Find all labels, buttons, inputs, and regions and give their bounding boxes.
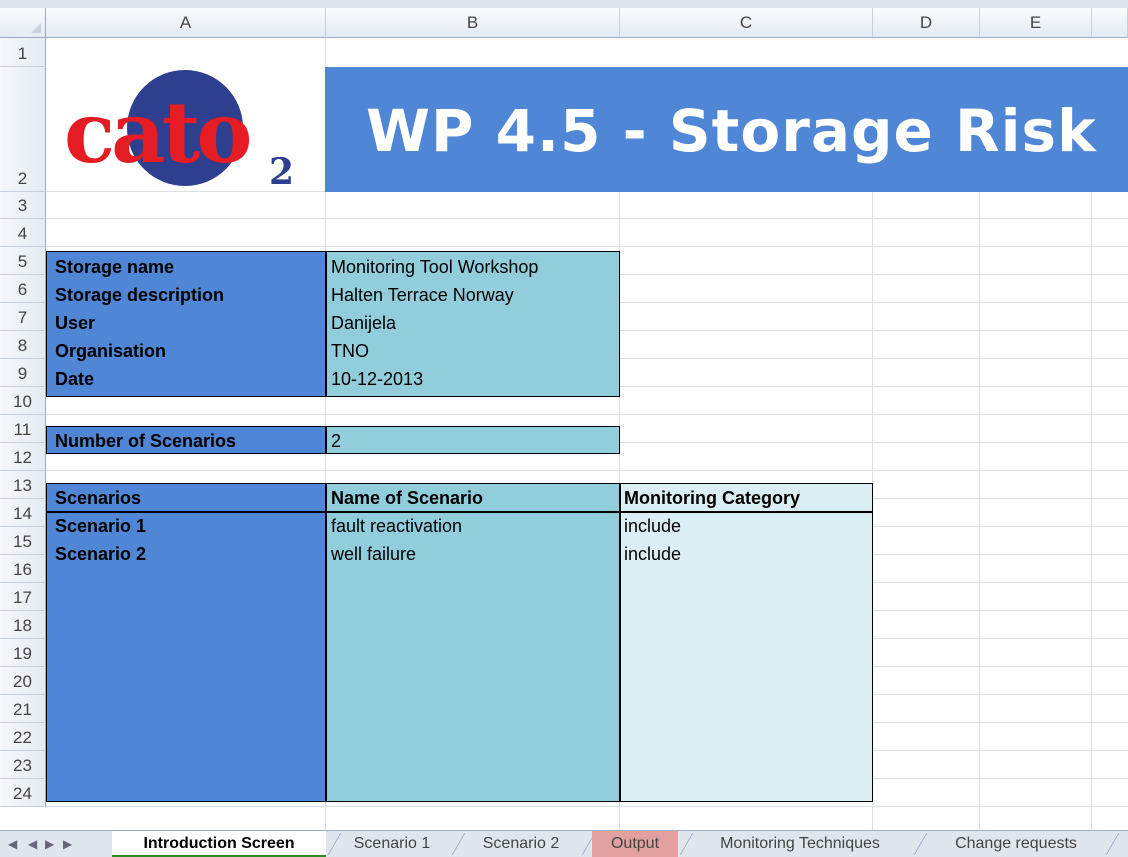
scenario-header-underline	[46, 511, 873, 513]
column-header-b[interactable]: B	[326, 8, 620, 38]
first-sheet-icon[interactable]: ◀	[8, 835, 20, 853]
prev-sheet-icon[interactable]: ◀	[28, 835, 37, 853]
row-header-2[interactable]: 2	[0, 67, 46, 192]
gridline	[46, 414, 1128, 415]
scenario-count-divider	[325, 427, 327, 453]
scenario-header-scenarios: Scenarios	[55, 488, 142, 508]
gridline	[46, 246, 1128, 247]
logo-text: cato	[64, 83, 249, 182]
select-all-corner[interactable]	[0, 8, 46, 38]
banner-title: WP 4.5 - Storage Risk	[366, 97, 1097, 165]
scenario-row-name[interactable]: fault reactivation	[331, 515, 462, 537]
tab-scenario-2[interactable]: Scenario 2	[466, 831, 576, 857]
gridline	[46, 218, 1128, 219]
row-header-20[interactable]: 20	[0, 667, 46, 695]
row-header-15[interactable]: 15	[0, 527, 46, 555]
row-header-11[interactable]: 11	[0, 415, 46, 443]
row-header-23[interactable]: 23	[0, 751, 46, 779]
scenario-count-value[interactable]: 2	[331, 430, 341, 452]
select-all-triangle-icon	[31, 23, 41, 33]
column-header-e[interactable]: E	[980, 8, 1092, 38]
info-label-date: Date	[55, 369, 95, 389]
tab-monitoring-techniques[interactable]: Monitoring Techniques	[692, 831, 908, 857]
scenario-header-category: Monitoring Category	[624, 488, 800, 508]
scenario-count-label: Number of Scenarios	[55, 431, 237, 451]
toolbar-edge	[0, 0, 1128, 8]
column-header-f[interactable]	[1092, 8, 1128, 38]
sheet-tab-bar: ◀ ◀ ▶ ▶ Introduction Screen Scenario 1 S…	[0, 830, 1128, 857]
info-value-storage-description[interactable]: Halten Terrace Norway	[331, 284, 514, 306]
row-header-9[interactable]: 9	[0, 359, 46, 387]
tab-output[interactable]: Output	[592, 831, 678, 857]
scenario-row-name[interactable]: well failure	[331, 543, 416, 565]
scenario-row-id: Scenario 2	[55, 544, 147, 564]
row-header-13[interactable]: 13	[0, 471, 46, 499]
row-header-14[interactable]: 14	[0, 499, 46, 527]
info-value-user[interactable]: Danijela	[331, 312, 396, 334]
tab-separator	[913, 833, 928, 855]
row-header-18[interactable]: 18	[0, 611, 46, 639]
spreadsheet-grid[interactable]: A B C D E 1 2 3 4 5 6 7 8 9 10 11 12 13 …	[0, 0, 1128, 830]
last-sheet-icon[interactable]: ▶	[63, 835, 75, 853]
row-header-4[interactable]: 4	[0, 219, 46, 247]
row-header-7[interactable]: 7	[0, 303, 46, 331]
tab-change-requests[interactable]: Change requests	[930, 831, 1102, 857]
tab-separator	[1105, 833, 1120, 855]
row-header-24[interactable]: 24	[0, 779, 46, 807]
tab-scenario-1[interactable]: Scenario 1	[340, 831, 444, 857]
column-header-c[interactable]: C	[620, 8, 873, 38]
scenario-header-name: Name of Scenario	[331, 488, 484, 508]
info-value-storage-name[interactable]: Monitoring Tool Workshop	[331, 256, 538, 278]
tab-separator	[451, 833, 466, 855]
row-header-6[interactable]: 6	[0, 275, 46, 303]
info-label-organisation: Organisation	[55, 341, 167, 361]
row-header-19[interactable]: 19	[0, 639, 46, 667]
gridline	[46, 470, 1128, 471]
row-header-17[interactable]: 17	[0, 583, 46, 611]
row-header-12[interactable]: 12	[0, 443, 46, 471]
tab-introduction-screen[interactable]: Introduction Screen	[112, 831, 326, 857]
column-header-d[interactable]: D	[873, 8, 980, 38]
column-header-a[interactable]: A	[46, 8, 326, 38]
info-divider	[325, 252, 327, 396]
info-label-user: User	[55, 313, 96, 333]
cato2-logo: cato 2	[64, 70, 294, 192]
scenario-row-id: Scenario 1	[55, 516, 147, 536]
info-value-date[interactable]: 10-12-2013	[331, 368, 423, 390]
row-header-8[interactable]: 8	[0, 331, 46, 359]
scenario-row-category[interactable]: include	[624, 515, 681, 537]
row-1-blank	[326, 39, 1128, 67]
gridline	[46, 806, 1128, 807]
info-value-organisation[interactable]: TNO	[331, 340, 369, 362]
next-sheet-icon[interactable]: ▶	[45, 835, 54, 853]
row-header-21[interactable]: 21	[0, 695, 46, 723]
row-header-3[interactable]: 3	[0, 192, 46, 219]
row-header-16[interactable]: 16	[0, 555, 46, 583]
scenario-col-divider	[619, 484, 621, 801]
row-header-10[interactable]: 10	[0, 387, 46, 415]
row-header-22[interactable]: 22	[0, 723, 46, 751]
scenario-row-category[interactable]: include	[624, 543, 681, 565]
info-label-storage-description: Storage description	[55, 285, 225, 305]
row-header-5[interactable]: 5	[0, 247, 46, 275]
logo-subscript: 2	[269, 151, 294, 192]
scenario-col-divider	[325, 484, 327, 801]
row-header-1[interactable]: 1	[0, 38, 46, 67]
info-label-storage-name: Storage name	[55, 257, 175, 277]
